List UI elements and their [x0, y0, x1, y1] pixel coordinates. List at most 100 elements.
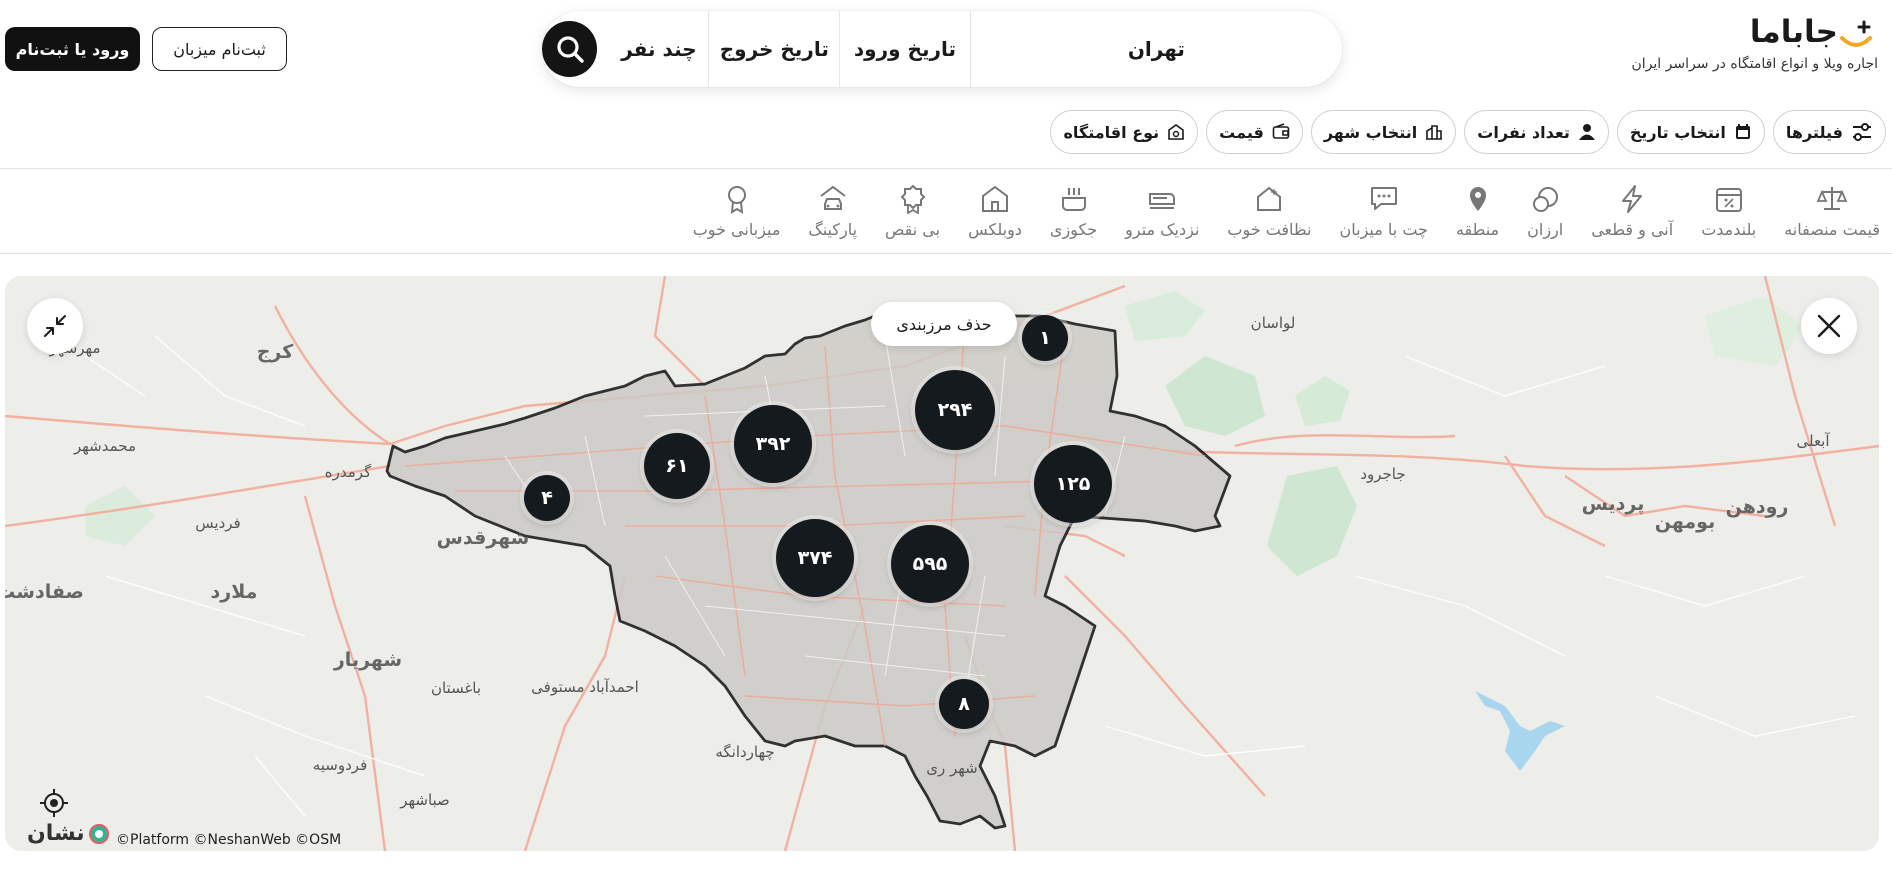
divider: [0, 168, 1892, 169]
map-provider-name: نشان: [27, 821, 85, 846]
category-label: بی نقص: [885, 220, 941, 239]
map-label-jajrood: جاجرود: [1360, 465, 1406, 483]
map-label-shahriar: شهریار: [333, 649, 403, 671]
category-duplex[interactable]: دوبلکس: [954, 184, 1036, 239]
wallet-icon: [1272, 123, 1290, 139]
category-label: بلندمدت: [1701, 220, 1757, 239]
map-cluster[interactable]: ۴: [524, 475, 570, 521]
map-cluster[interactable]: ۱۲۵: [1034, 445, 1112, 523]
map-attribution: ©Platform ©NeshanWeb ©OSM: [116, 832, 342, 848]
divider: [0, 253, 1892, 254]
category-label: ارزان: [1527, 220, 1564, 239]
category-label: نزدیک مترو: [1125, 220, 1200, 239]
map-label-sadatshahr: صفادشت: [5, 581, 84, 603]
category-region[interactable]: منطقه: [1442, 184, 1513, 239]
map-label-pardis: پردیس: [1581, 493, 1645, 515]
map-cluster[interactable]: ۸: [939, 679, 989, 729]
coin-icon: [1533, 187, 1559, 212]
collapse-icon: [44, 315, 66, 337]
remove-border-button[interactable]: حذف مرزبندی: [871, 302, 1017, 346]
metro-icon: [1149, 193, 1176, 209]
chip-filters[interactable]: فیلترها: [1772, 110, 1886, 154]
category-parking[interactable]: پارکینگ: [794, 184, 871, 239]
calendar-icon: [1735, 124, 1750, 139]
category-good-host[interactable]: میزبانی خوب: [679, 184, 795, 239]
category-label: منطقه: [1455, 220, 1500, 239]
map[interactable]: مهرشهر کرج محمدشهر گرمدره فردیس شهرقدس م…: [5, 276, 1879, 851]
collapse-map-button[interactable]: [27, 298, 83, 354]
category-fair-price[interactable]: قیمت منصفانه: [1770, 184, 1880, 239]
category-label: میزبانی خوب: [692, 220, 781, 239]
locate-me-button[interactable]: [39, 788, 69, 822]
category-label: جکوزی: [1049, 220, 1098, 239]
map-label-karaj: کرج: [256, 341, 294, 363]
chip-date[interactable]: انتخاب تاریخ: [1616, 110, 1765, 154]
category-label: نظافت خوب: [1227, 220, 1312, 239]
category-label: قیمت منصفانه: [1784, 220, 1880, 239]
category-flawless[interactable]: بی نقص: [871, 184, 954, 239]
map-label-abali: آبعلی: [1796, 432, 1830, 450]
category-bar: قیمت منصفانه بلندمدت آنی و قطعی ارزان من…: [679, 184, 1880, 239]
lightning-icon: [1622, 185, 1643, 213]
logo[interactable]: جاباما اجاره ویلا و انواع اقامتگاه در سر…: [1618, 14, 1878, 72]
category-near-metro[interactable]: نزدیک مترو: [1111, 184, 1213, 239]
category-label: آنی و قطعی: [1591, 220, 1674, 239]
map-label-garmdareh: گرمدره: [324, 463, 372, 481]
check-in-field[interactable]: تاریخ ورود: [839, 11, 970, 87]
map-cluster[interactable]: ۶۱: [644, 433, 710, 499]
chip-label: نوع اقامتگاه: [1063, 122, 1160, 142]
search-city-field[interactable]: تهران: [969, 11, 1342, 87]
chip-label: انتخاب شهر: [1323, 122, 1418, 142]
close-map-button[interactable]: [1801, 298, 1857, 354]
filter-chips: فیلترها انتخاب تاریخ تعداد نفرات انتخاب …: [1050, 110, 1886, 154]
login-button[interactable]: ورود یا ثبت‌نام: [5, 27, 140, 71]
map-label-shahrqods: شهرقدس: [436, 527, 530, 549]
category-label: دوبلکس: [968, 220, 1022, 239]
search-button[interactable]: [542, 21, 598, 77]
map-label-fardis: فردیس: [195, 514, 241, 532]
map-label-mohammadshahr: محمدشهر: [73, 437, 137, 455]
chip-city[interactable]: انتخاب شهر: [1310, 110, 1457, 154]
map-cluster[interactable]: ۳۷۴: [776, 519, 854, 597]
map-cluster[interactable]: ۱: [1022, 315, 1068, 361]
map-label-shahrerey: شهر ری: [926, 759, 978, 777]
parking-icon: [820, 185, 846, 210]
clean-house-icon: [1257, 186, 1282, 211]
calendar-percent-icon: [1715, 188, 1742, 212]
host-signup-button[interactable]: ثبت‌نام میزبان: [152, 27, 287, 71]
chip-price[interactable]: قیمت: [1206, 110, 1303, 154]
chat-icon: [1370, 187, 1397, 210]
map-label-sabashahr: صباشهر: [400, 791, 450, 809]
neshan-logo-icon: [88, 823, 109, 844]
chip-type[interactable]: نوع اقامتگاه: [1050, 110, 1199, 154]
map-label-malard: ملارد: [210, 581, 258, 603]
search-icon: [557, 36, 584, 63]
chip-label: قیمت: [1219, 122, 1264, 142]
category-long-term[interactable]: بلندمدت: [1687, 184, 1770, 239]
chip-guests[interactable]: تعداد نفرات: [1464, 110, 1609, 154]
map-cluster[interactable]: ۳۹۲: [734, 405, 812, 483]
category-jacuzzi[interactable]: جکوزی: [1036, 184, 1111, 239]
duplex-icon: [982, 185, 1008, 212]
badge-icon: [900, 184, 925, 214]
category-clean[interactable]: نظافت خوب: [1213, 184, 1325, 239]
guests-field[interactable]: چند نفر: [609, 11, 708, 87]
map-cluster[interactable]: ۵۹۵: [891, 525, 969, 603]
map-provider-logo: نشان: [27, 821, 109, 846]
category-label: چت با میزبان: [1339, 220, 1428, 239]
location-pin-icon: [1469, 187, 1486, 211]
category-chat-host[interactable]: چت با میزبان: [1326, 184, 1442, 239]
map-label-boomehen: بومهن: [1654, 511, 1716, 533]
map-cluster[interactable]: ۲۹۴: [915, 370, 995, 450]
category-instant[interactable]: آنی و قطعی: [1577, 184, 1687, 239]
crosshair-icon: [40, 789, 68, 817]
chip-label: تعداد نفرات: [1477, 122, 1570, 142]
logo-smile-icon: [1840, 20, 1872, 47]
jacuzzi-icon: [1061, 188, 1086, 211]
check-out-field[interactable]: تاریخ خروج: [708, 11, 839, 87]
map-label-chahardangeh: چهاردانگه: [715, 743, 775, 761]
sliders-icon: [1853, 123, 1871, 141]
search-bar[interactable]: تهران تاریخ ورود تاریخ خروج چند نفر: [542, 11, 1342, 87]
category-cheap[interactable]: ارزان: [1513, 184, 1577, 239]
map-label-baghestan: باغستان: [430, 679, 482, 697]
